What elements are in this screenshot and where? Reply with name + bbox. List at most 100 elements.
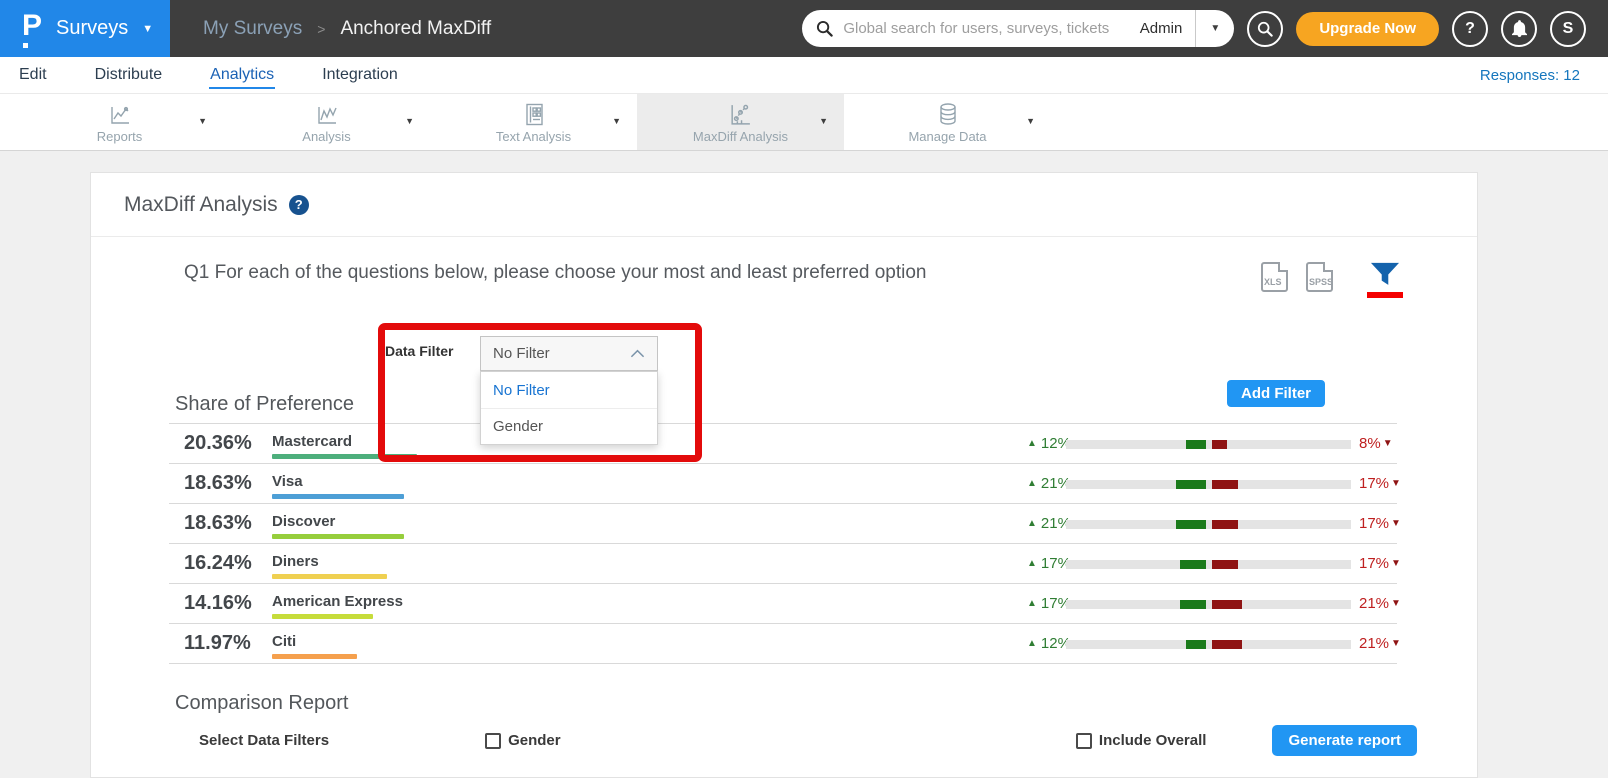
analysis-chart-icon	[314, 101, 340, 127]
row-up-change: ▲12%	[1027, 635, 1071, 652]
xls-file-icon: XLS	[1264, 277, 1282, 287]
row-down-change[interactable]: 21%▼	[1359, 595, 1401, 612]
toolbar-item-label: Manage Data	[908, 129, 986, 144]
chevron-down-icon[interactable]: ▼	[405, 116, 414, 126]
share-table-row: 18.63% Visa ▲21% 17%▼	[169, 464, 1397, 504]
row-down-change[interactable]: 17%▼	[1359, 555, 1401, 572]
down-triangle-icon: ▼	[1391, 558, 1401, 569]
help-icon[interactable]: ?	[289, 195, 309, 215]
questionpro-logo-icon: P	[22, 11, 42, 41]
bar-down-segment	[1212, 560, 1238, 569]
gender-checkbox[interactable]	[485, 733, 501, 749]
row-range-bar	[1066, 520, 1351, 529]
filter-toggle-button[interactable]	[1367, 262, 1403, 298]
down-triangle-icon: ▼	[1391, 638, 1401, 649]
up-triangle-icon: ▲	[1027, 598, 1037, 609]
filter-funnel-icon	[1370, 262, 1400, 288]
chevron-down-icon[interactable]: ▼	[612, 116, 621, 126]
account-avatar[interactable]: S	[1550, 11, 1586, 47]
product-menu[interactable]: P Surveys ▼	[0, 0, 170, 57]
row-brand: Discover	[272, 513, 335, 530]
include-overall-checkbox[interactable]	[1076, 733, 1092, 749]
search-input[interactable]	[841, 19, 1126, 38]
share-table: 20.36% Mastercard ▲12% 8%▼ 18.63% Visa ▲…	[169, 423, 1397, 664]
maxdiff-panel: MaxDiff Analysis ? Q1 For each of the qu…	[90, 172, 1478, 778]
analytics-toolbar: Reports ▼ Analysis ▼ Text Analysis ▼ Max…	[0, 93, 1608, 151]
toolbar-item-analysis[interactable]: Analysis ▼	[223, 94, 430, 150]
row-up-change: ▲21%	[1027, 515, 1071, 532]
chevron-down-icon[interactable]: ▼	[198, 116, 207, 126]
row-down-value: 8%	[1359, 435, 1381, 452]
data-filter-dropdown-menu: No FilterGender	[480, 371, 658, 445]
row-range-bar	[1066, 560, 1351, 569]
row-up-change: ▲17%	[1027, 595, 1071, 612]
row-down-value: 21%	[1359, 635, 1389, 652]
bar-down-segment	[1212, 480, 1238, 489]
select-data-filters-label: Select Data Filters	[199, 732, 329, 749]
text-analysis-icon	[522, 101, 546, 127]
export-xls-button[interactable]: XLS	[1261, 262, 1288, 292]
row-percent: 16.24%	[184, 552, 252, 575]
breadcrumb: My Surveys > Anchored MaxDiff	[203, 0, 491, 57]
question-title: Q1 For each of the questions below, plea…	[184, 262, 927, 284]
row-percent: 20.36%	[184, 432, 252, 455]
row-range-bar	[1066, 480, 1351, 489]
search-icon	[816, 20, 833, 37]
chevron-down-icon[interactable]: ▼	[819, 116, 828, 126]
data-filter-select[interactable]: No Filter	[480, 336, 658, 371]
nav-tab-edit[interactable]: Edit	[18, 61, 48, 89]
nav-tab-distribute[interactable]: Distribute	[94, 61, 164, 89]
data-filter-option[interactable]: No Filter	[481, 372, 657, 408]
share-table-row: 16.24% Diners ▲17% 17%▼	[169, 544, 1397, 584]
export-spss-button[interactable]: SPSS	[1306, 262, 1333, 292]
toolbar-item-reports[interactable]: Reports ▼	[16, 94, 223, 150]
row-down-value: 17%	[1359, 475, 1389, 492]
generate-report-button[interactable]: Generate report	[1272, 725, 1417, 756]
row-down-change[interactable]: 21%▼	[1359, 635, 1401, 652]
help-button[interactable]: ?	[1452, 11, 1488, 47]
data-filter-option[interactable]: Gender	[481, 408, 657, 444]
maxdiff-chart-icon	[728, 101, 753, 127]
nav-tab-integration[interactable]: Integration	[321, 61, 399, 89]
row-range-bar	[1066, 440, 1351, 449]
toolbar-item-text-analysis[interactable]: Text Analysis ▼	[430, 94, 637, 150]
search-scope-dropdown[interactable]: ▼	[1196, 23, 1234, 34]
search-button[interactable]	[1247, 11, 1283, 47]
upgrade-now-button[interactable]: Upgrade Now	[1296, 12, 1439, 46]
share-table-row: 14.16% American Express ▲17% 21%▼	[169, 584, 1397, 624]
filter-active-indicator	[1367, 292, 1403, 298]
row-percent: 18.63%	[184, 512, 252, 535]
bar-down-segment	[1212, 520, 1238, 529]
toolbar-item-maxdiff-analysis[interactable]: MaxDiff Analysis ▼	[637, 94, 844, 150]
row-percent: 11.97%	[184, 632, 251, 655]
bell-icon	[1512, 20, 1527, 37]
breadcrumb-current: Anchored MaxDiff	[340, 18, 491, 40]
panel-header: MaxDiff Analysis ?	[91, 173, 1477, 237]
down-triangle-icon: ▼	[1391, 518, 1401, 529]
row-up-change: ▲12%	[1027, 435, 1071, 452]
row-down-change[interactable]: 17%▼	[1359, 515, 1401, 532]
bar-up-segment	[1186, 440, 1206, 449]
spss-file-icon: SPSS	[1309, 277, 1333, 287]
up-triangle-icon: ▲	[1027, 638, 1037, 649]
export-actions: XLS SPSS	[1261, 262, 1403, 298]
breadcrumb-parent[interactable]: My Surveys	[203, 18, 302, 40]
row-down-change[interactable]: 17%▼	[1359, 475, 1401, 492]
comparison-controls: Select Data Filters Gender Include Overa…	[184, 725, 1439, 756]
row-percent: 14.16%	[184, 592, 252, 615]
gender-filter-option: Gender	[485, 732, 561, 749]
gender-checkbox-label: Gender	[508, 732, 561, 749]
notifications-button[interactable]	[1501, 11, 1537, 47]
row-down-change[interactable]: 8%▼	[1359, 435, 1393, 452]
up-triangle-icon: ▲	[1027, 478, 1037, 489]
row-brand: Diners	[272, 553, 319, 570]
chevron-down-icon[interactable]: ▼	[1026, 116, 1035, 126]
question-header: Q1 For each of the questions below, plea…	[184, 262, 1439, 298]
toolbar-item-manage-data[interactable]: Manage Data ▼	[844, 94, 1051, 150]
data-filter-label: Data Filter	[385, 343, 453, 359]
nav-tab-analytics[interactable]: Analytics	[209, 61, 275, 89]
share-table-row: 11.97% Citi ▲12% 21%▼	[169, 624, 1397, 664]
include-overall-option: Include Overall	[1076, 732, 1207, 749]
add-filter-button[interactable]: Add Filter	[1227, 380, 1325, 407]
row-range-bar	[1066, 640, 1351, 649]
